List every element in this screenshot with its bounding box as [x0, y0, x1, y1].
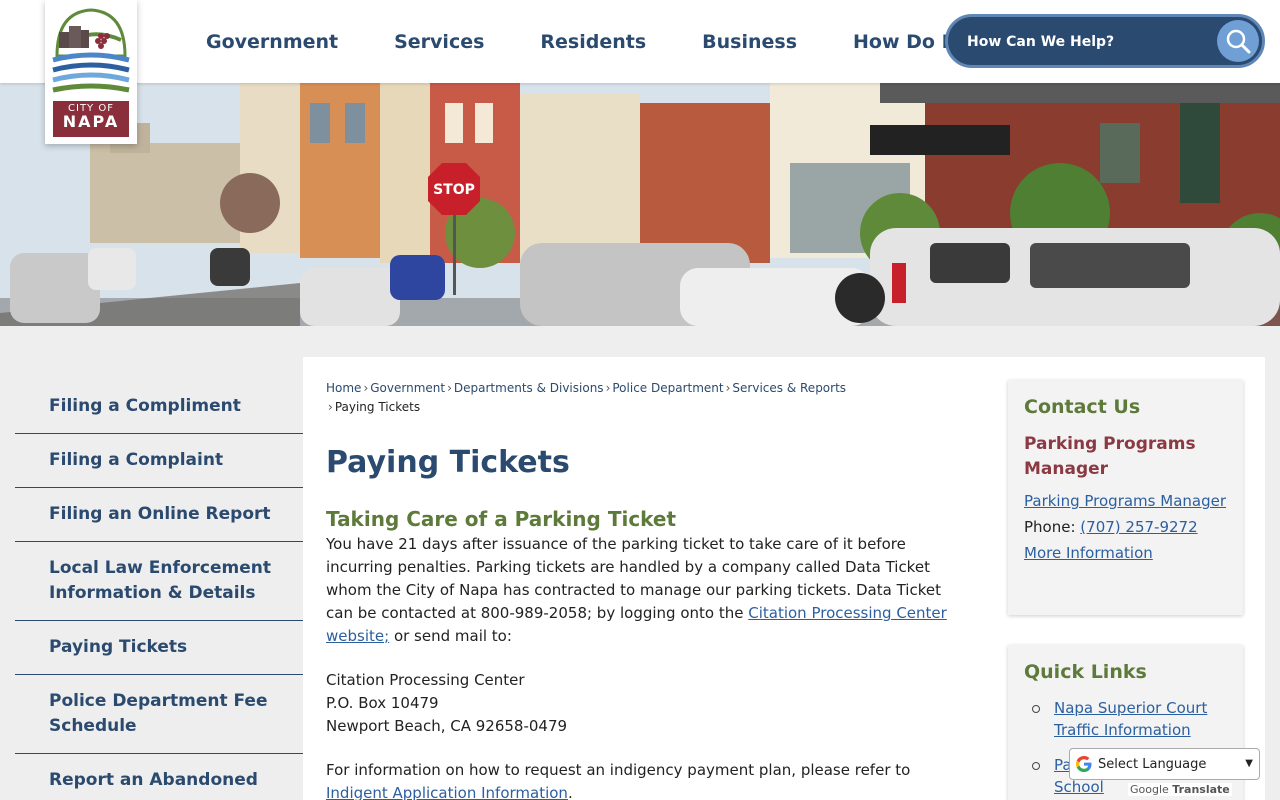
breadcrumb-departments[interactable]: Departments & Divisions — [454, 381, 604, 395]
address-line: P.O. Box 10479 — [326, 694, 439, 712]
quick-link-superior-court[interactable]: Napa Superior Court Traffic Information — [1054, 699, 1207, 739]
sidebar-item-filing-compliment[interactable]: Filing a Compliment — [15, 380, 303, 434]
sidebar-item-report-abandoned[interactable]: Report an Abandoned — [15, 754, 303, 800]
sidebar-item-local-law-enforcement[interactable]: Local Law Enforcement Information & Deta… — [15, 542, 303, 621]
indigent-application-link[interactable]: Indigent Application Information — [326, 784, 568, 800]
contact-phone-row: Phone: (707) 257-9272 — [1024, 514, 1227, 540]
phone-label: Phone: — [1024, 518, 1081, 536]
language-select-label: Select Language — [1098, 756, 1207, 772]
mailing-address: Citation Processing Center P.O. Box 1047… — [326, 669, 966, 738]
contact-us-box: Contact Us Parking Programs Manager Park… — [1008, 380, 1243, 615]
chevron-down-icon: ▼ — [1245, 758, 1253, 769]
address-line: Newport Beach, CA 92658-0479 — [326, 717, 568, 735]
para2-text: For information on how to request an ind… — [326, 761, 911, 779]
sidebar-item-filing-complaint[interactable]: Filing a Complaint — [15, 434, 303, 488]
breadcrumb-government[interactable]: Government — [370, 381, 445, 395]
list-item: Napa Superior Court Traffic Information — [1024, 697, 1227, 741]
breadcrumb: Home › Government › Departments & Divisions ›… — [326, 381, 847, 414]
google-translate-attribution: Google Translate — [1128, 783, 1232, 796]
more-information-link[interactable]: More Information — [1024, 544, 1153, 562]
google-brand-text: Google — [1130, 783, 1169, 796]
street-scene-image: STOP — [0, 83, 1280, 326]
logo-city-name: CITY OF NAPA — [53, 101, 129, 137]
search-bar — [945, 14, 1265, 68]
logo-line2: NAPA — [62, 112, 120, 131]
language-select[interactable]: Select Language ▼ — [1069, 748, 1260, 780]
hero-banner-image: STOP — [0, 83, 1280, 326]
para2-end-text: . — [567, 784, 573, 800]
contact-title: Contact Us — [1024, 396, 1141, 418]
sidebar-item-fee-schedule[interactable]: Police Department Fee Schedule — [15, 675, 303, 754]
google-g-icon — [1076, 756, 1092, 772]
nav-residents[interactable]: Residents — [512, 31, 674, 53]
nav-services[interactable]: Services — [366, 31, 512, 53]
nav-business[interactable]: Business — [674, 31, 825, 53]
breadcrumb-police[interactable]: Police Department — [612, 381, 723, 395]
svg-text:STOP: STOP — [433, 182, 475, 198]
page-title: Paying Tickets — [326, 445, 570, 480]
translate-word: Translate — [1172, 783, 1230, 796]
section-heading: Taking Care of a Parking Ticket — [326, 507, 677, 531]
city-logo[interactable]: CITY OF NAPA — [45, 0, 137, 144]
address-line: Citation Processing Center — [326, 671, 525, 689]
contact-manager-link[interactable]: Parking Programs Manager — [1024, 492, 1226, 510]
contact-phone-link[interactable]: (707) 257-9272 — [1080, 518, 1197, 536]
article-body: Taking Care of a Parking Ticket You have… — [326, 507, 966, 800]
sidebar-item-online-report[interactable]: Filing an Online Report — [15, 488, 303, 542]
paragraph-indigency: For information on how to request an ind… — [326, 759, 966, 800]
para1-end-text: or send mail to: — [389, 627, 512, 645]
breadcrumb-home[interactable]: Home — [326, 381, 361, 395]
contact-name: Parking Programs Manager — [1024, 434, 1196, 479]
site-header: Government Services Residents Business H… — [0, 0, 1280, 83]
search-button[interactable] — [1217, 20, 1259, 62]
main-nav: Government Services Residents Business H… — [178, 0, 998, 83]
breadcrumb-current: Paying Tickets — [334, 400, 421, 414]
napa-logo-icon — [52, 8, 130, 93]
paragraph-data-ticket: You have 21 days after issuance of the p… — [326, 533, 966, 648]
search-icon — [1226, 29, 1251, 54]
sidebar-item-paying-tickets[interactable]: Paying Tickets — [15, 621, 303, 675]
nav-government[interactable]: Government — [178, 31, 366, 53]
breadcrumb-services-reports[interactable]: Services & Reports — [732, 381, 846, 395]
search-input[interactable] — [967, 31, 1207, 53]
sidebar-nav: Filing a Compliment Filing a Complaint F… — [15, 380, 303, 800]
quick-links-title: Quick Links — [1024, 661, 1147, 683]
